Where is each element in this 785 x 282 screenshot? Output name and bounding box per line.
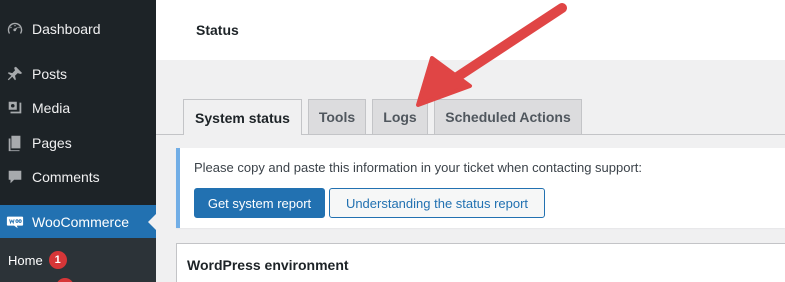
sidebar-item-woocommerce[interactable]: WooCommerce xyxy=(0,205,156,239)
nav-tabs: System status Tools Logs Scheduled Actio… xyxy=(156,99,785,135)
tab-logs[interactable]: Logs xyxy=(372,99,428,134)
tab-scheduled-actions[interactable]: Scheduled Actions xyxy=(434,99,582,134)
sidebar-item-label: Comments xyxy=(32,169,100,185)
dashboard-icon xyxy=(5,19,25,39)
sidebar-item-comments[interactable]: Comments xyxy=(0,160,156,194)
sidebar-item-label: Media xyxy=(32,100,71,116)
woocommerce-submenu: Home 1 xyxy=(0,238,156,282)
submenu-item-home[interactable]: Home 1 xyxy=(8,251,67,269)
media-icon xyxy=(5,98,25,118)
sidebar-item-posts[interactable]: Posts xyxy=(0,57,156,91)
get-system-report-button[interactable]: Get system report xyxy=(194,188,325,218)
page-header: Status xyxy=(156,0,785,60)
tab-tools[interactable]: Tools xyxy=(308,99,366,134)
table-heading: WordPress environment xyxy=(187,257,349,273)
sidebar-item-label: Pages xyxy=(32,135,72,151)
notification-badge: 1 xyxy=(48,251,67,269)
sidebar-item-label: Posts xyxy=(32,66,68,82)
woocommerce-icon xyxy=(5,212,25,232)
comment-icon xyxy=(5,167,25,187)
sidebar-item-label: WooCommerce xyxy=(32,214,129,230)
sidebar-item-media[interactable]: Media xyxy=(0,91,156,125)
tab-system-status[interactable]: System status xyxy=(183,99,302,135)
page-title: Status xyxy=(196,22,239,38)
understanding-status-report-button[interactable]: Understanding the status report xyxy=(329,188,545,218)
support-notice: Please copy and paste this information i… xyxy=(176,148,785,228)
sidebar-item-pages[interactable]: Pages xyxy=(0,126,156,160)
pages-icon xyxy=(5,133,25,153)
wordpress-environment-table: WordPress environment xyxy=(176,243,785,282)
sidebar-item-label: Dashboard xyxy=(32,21,101,37)
active-indicator xyxy=(148,214,156,230)
admin-sidebar: Dashboard Posts Media Pages Comments Woo… xyxy=(0,0,156,282)
sidebar-item-dashboard[interactable]: Dashboard xyxy=(0,12,156,46)
pin-icon xyxy=(5,64,25,84)
notice-text: Please copy and paste this information i… xyxy=(194,160,643,175)
submenu-item-label: Home xyxy=(8,252,43,268)
